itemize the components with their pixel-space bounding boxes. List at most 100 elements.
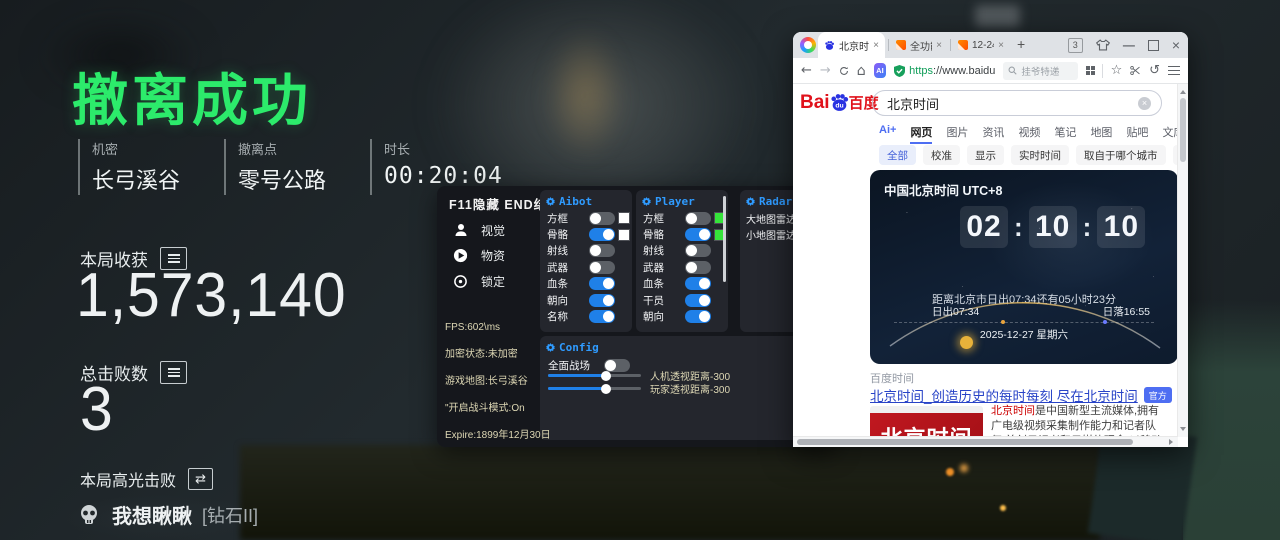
chip-calibrate[interactable]: 校准 [923,145,960,165]
aibot-column: Aibot 方框 骨骼 射线 武器 血条 朝向 名称 [540,190,632,332]
tab-close-icon[interactable]: × [936,40,942,51]
tab-close-icon[interactable]: × [998,40,1004,51]
vertical-scroll-thumb[interactable] [1180,98,1186,162]
sidebar-item-loot[interactable]: 物资 [453,248,468,263]
clear-query-icon[interactable]: × [1138,97,1151,110]
stat-exit: 撤离点 零号公路 [224,139,326,195]
toggle-row: 射线 [540,243,632,259]
tab-beijing-time[interactable]: 北京时间 × [818,32,885,58]
orange-favicon [896,40,906,50]
sidebar-item-lock[interactable]: 锁定 [453,274,468,289]
nav-ai[interactable]: Ai+ [879,124,896,144]
extraction-success-title: 撤离成功 [72,56,312,137]
back-button[interactable]: ← [801,63,812,78]
toggle[interactable] [589,277,615,290]
toggle[interactable] [685,228,711,241]
row-label: 方框 [643,211,685,226]
toggle[interactable] [685,244,711,257]
undo-restore-icon[interactable]: ↺ [1149,63,1160,78]
nav-images[interactable]: 图片 [946,124,968,144]
browser-logo[interactable] [800,37,816,53]
skin-theme-icon[interactable] [1096,39,1110,51]
sunset-dot [1103,320,1107,324]
toggle[interactable] [685,294,711,307]
skull-avatar-icon [76,502,102,528]
nav-maps[interactable]: 地图 [1090,124,1112,144]
result-link[interactable]: 北京时间_创造历史的每时每刻 尽在北京时间 [870,385,1138,405]
kills-detail-button[interactable] [160,361,187,384]
config-header: Config [540,336,832,356]
horizontal-scroll-thumb[interactable] [797,439,1133,445]
toggle[interactable] [685,212,711,225]
baidu-search-box[interactable]: 北京时间 × [872,90,1162,116]
nav-tieba[interactable]: 贴吧 [1126,124,1148,144]
scroll-right-arrow[interactable] [1169,439,1176,445]
vertical-scrollbar[interactable] [1177,84,1188,437]
nav-news[interactable]: 资讯 [982,124,1004,144]
row-label: 方框 [547,211,589,226]
nav-video[interactable]: 视频 [1018,124,1040,144]
baidu-paw-icon: du [829,92,850,113]
status-map: 游戏地图:长弓溪谷 [445,376,528,387]
toggle[interactable] [589,212,615,225]
tab-title: 全功能 [910,38,932,53]
tab-quangongneng[interactable]: 全功能 × [890,32,948,58]
new-tab-button[interactable]: + [1017,36,1025,52]
nav-notes[interactable]: 笔记 [1054,124,1076,144]
chip-city[interactable]: 取自于哪个城市 [1076,145,1166,165]
toggle[interactable] [685,310,711,323]
menu-icon[interactable] [1168,66,1180,76]
config-box: Config 全面战场 人机透视距离-300 玩家透视距离-300 [540,336,832,440]
browser-titlebar: 北京时间 × 全功能 × 12-24D × + 3 — × [793,32,1188,58]
favorites-star-icon[interactable]: ☆ [1111,63,1123,78]
tab-1224d[interactable]: 12-24D × [952,32,1010,58]
tab-close-icon[interactable]: × [873,40,879,51]
toggle[interactable] [589,294,615,307]
ai-assistant-icon[interactable]: AI [874,63,886,78]
toggle[interactable] [685,261,711,274]
search-input[interactable]: 挂爷特递 [1003,62,1078,80]
bot-distance-slider[interactable] [548,374,641,377]
stat-map: 机密 长弓溪谷 [78,139,180,195]
address-bar[interactable]: https://www.baidu [894,65,995,77]
baidu-nav-tabs: Ai+ 网页 图片 资讯 视频 笔记 地图 贴吧 文库 更多 [879,124,1179,144]
toggle[interactable] [685,277,711,290]
chip-display[interactable]: 显示 [967,145,1004,165]
scroll-up-arrow[interactable] [1180,87,1186,94]
color-swatch[interactable] [619,213,629,223]
scroll-down-arrow[interactable] [1180,427,1186,434]
chip-realtime[interactable]: 实时时间 [1011,145,1069,165]
toggle[interactable] [589,228,615,241]
toggle[interactable] [589,261,615,274]
column-scrollbar[interactable] [723,196,726,282]
horizontal-scrollbar[interactable] [793,436,1178,447]
nav-web-active[interactable]: 网页 [910,124,932,144]
reload-icon[interactable] [839,65,849,77]
minimize-button[interactable]: — [1123,38,1135,52]
highlight-switch-button[interactable]: ⇄ [188,468,213,490]
baidu-logo-bai: Bai [800,93,830,112]
toggle[interactable] [589,310,615,323]
highlight-section-header: 本局高光击败 ⇄ [80,467,213,491]
tab-separator [950,39,951,51]
forward-button[interactable]: → [820,63,831,78]
apps-grid-icon[interactable] [1086,66,1093,75]
sidebar-item-vision[interactable]: 视觉 [453,222,469,238]
status-battle-mode: "开启战斗模式:On [445,403,525,414]
close-button[interactable]: × [1172,37,1180,53]
player-distance-slider[interactable] [548,387,641,390]
status-encryption: 加密状态:未加密 [445,349,518,360]
scissors-screenshot-icon[interactable] [1130,65,1141,76]
tab-count-badge[interactable]: 3 [1068,38,1083,53]
color-swatch[interactable] [619,230,629,240]
result-desc-highlight: 北京时间 [991,405,1035,417]
chip-all[interactable]: 全部 [879,145,916,165]
toggle[interactable] [589,244,615,257]
result-source: 百度时间 [870,370,914,386]
screenshot-stage: 撤离成功 机密 长弓溪谷 撤离点 零号公路 时长 00:20:04 本局收获 1… [0,0,1280,540]
maximize-button[interactable] [1148,40,1159,51]
battle-mode-toggle[interactable] [604,359,630,372]
home-button[interactable]: ⌂ [857,63,866,79]
player-column: Player 方框 骨骼 射线 武器 血条 干员 朝向 [636,190,728,332]
stat-map-label: 机密 [92,139,180,158]
